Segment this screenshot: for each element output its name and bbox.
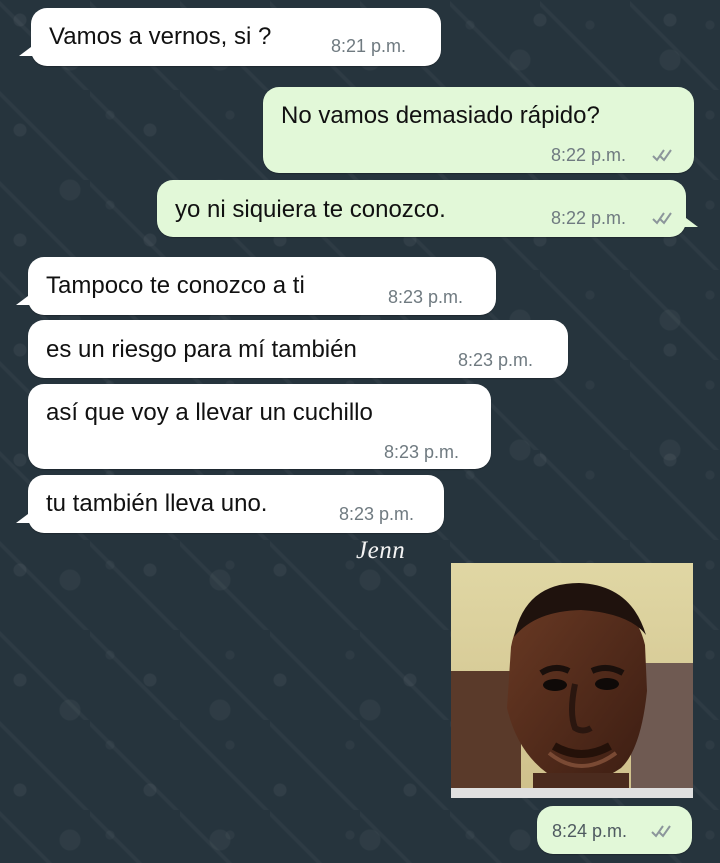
message-time: 8:23 p.m. (339, 504, 415, 524)
message-incoming-1[interactable]: Vamos a vernos, si ? 8:21 p.m. (19, 8, 441, 66)
message-time: 8:24 p.m. (552, 821, 628, 841)
message-text: yo ni siquiera te conozco. (175, 196, 446, 223)
message-outgoing-1[interactable]: No vamos demasiado rápido? 8:22 p.m. (263, 87, 694, 173)
message-text: es un riesgo para mí también (46, 336, 357, 363)
message-time: 8:23 p.m. (458, 350, 534, 370)
message-time: 8:22 p.m. (551, 145, 627, 165)
message-text: tu también lleva uno. (46, 490, 268, 517)
message-incoming-4[interactable]: así que voy a llevar un cuchillo 8:23 p.… (28, 384, 491, 469)
meme-face-image (451, 563, 693, 798)
message-outgoing-2[interactable]: yo ni siquiera te conozco. 8:22 p.m. (157, 180, 698, 237)
message-incoming-3[interactable]: es un riesgo para mí también 8:23 p.m. (28, 320, 568, 378)
message-time: 8:21 p.m. (331, 36, 407, 56)
signature-watermark: Jenn (356, 537, 406, 564)
message-time: 8:23 p.m. (388, 287, 464, 307)
message-time: 8:22 p.m. (551, 208, 627, 228)
message-incoming-5[interactable]: tu también lleva uno. 8:23 p.m. (16, 475, 444, 533)
message-outgoing-3[interactable]: 8:24 p.m. (537, 806, 692, 854)
message-incoming-2[interactable]: Tampoco te conozco a ti 8:23 p.m. (16, 257, 496, 315)
double-check-icon (652, 212, 672, 225)
message-text: así que voy a llevar un cuchillo (46, 399, 373, 426)
message-text: Vamos a vernos, si ? (49, 23, 272, 50)
message-time: 8:23 p.m. (384, 442, 460, 462)
double-check-icon (652, 149, 672, 162)
message-text: No vamos demasiado rápido? (281, 102, 600, 129)
meme-sticker[interactable] (451, 563, 693, 798)
message-text: Tampoco te conozco a ti (46, 272, 305, 299)
double-check-icon (651, 825, 671, 838)
